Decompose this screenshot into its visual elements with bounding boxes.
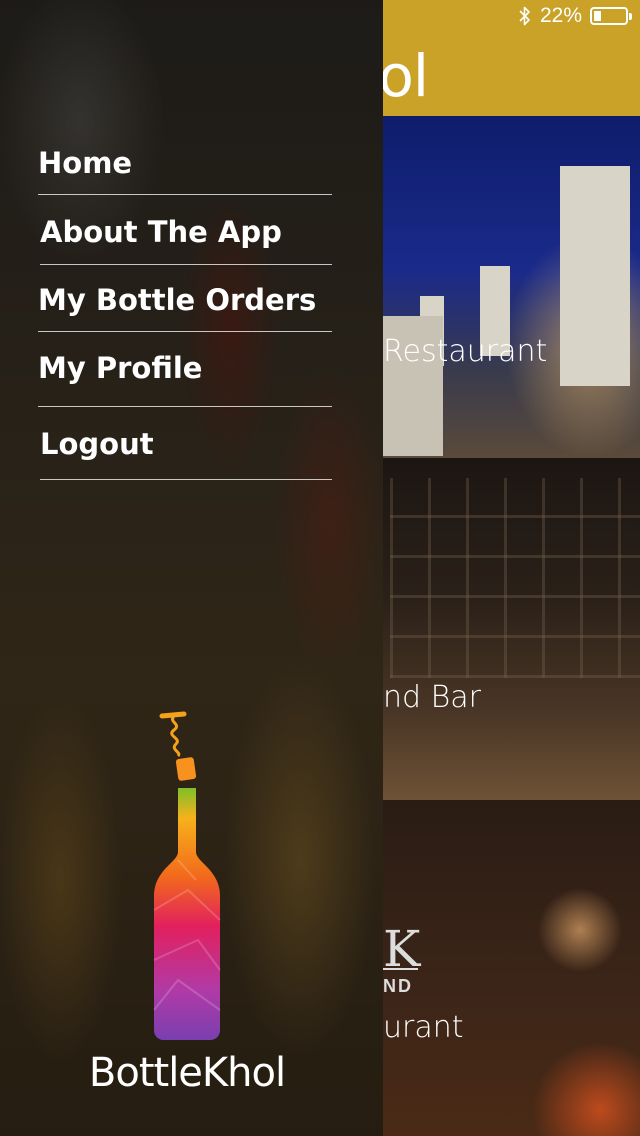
drawer-menu: Home About The App My Bottle Orders My P… xyxy=(38,130,332,480)
menu-item-about[interactable]: About The App xyxy=(40,195,332,265)
bottle-logo-icon xyxy=(153,711,221,1040)
logo-divider xyxy=(383,968,418,970)
menu-item-profile[interactable]: My Profile xyxy=(38,332,332,407)
brand-name: BottleKhol xyxy=(88,1050,286,1096)
restaurant-name: urant xyxy=(383,1010,464,1045)
menu-item-bottle-orders[interactable]: My Bottle Orders xyxy=(38,265,332,332)
menu-item-logout[interactable]: Logout xyxy=(40,407,332,480)
restaurant-name: Restaurant xyxy=(383,334,548,369)
restaurant-logo-sub: ND xyxy=(383,976,413,996)
wine-shelf-image xyxy=(390,478,640,678)
battery-icon xyxy=(590,7,632,25)
battery-percent: 22% xyxy=(539,4,582,27)
building-image xyxy=(560,166,630,386)
menu-item-home[interactable]: Home xyxy=(38,130,332,195)
bluetooth-icon xyxy=(519,6,530,26)
battery-fill xyxy=(594,11,601,21)
navigation-drawer: Home About The App My Bottle Orders My P… xyxy=(0,0,383,1136)
restaurant-name: nd Bar xyxy=(383,680,481,715)
brand-block: BottleKhol xyxy=(0,710,383,1110)
status-right: 22% xyxy=(518,4,632,28)
